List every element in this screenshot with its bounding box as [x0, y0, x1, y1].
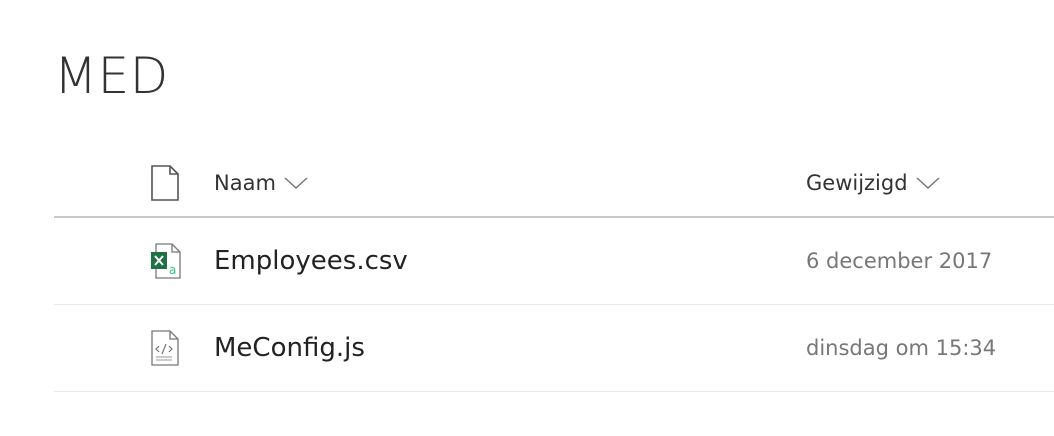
document-icon — [151, 165, 179, 201]
file-icon-cell: a — [150, 243, 181, 279]
modified-column-label: Gewijzigd — [806, 171, 908, 195]
svg-text:a: a — [169, 263, 176, 277]
page-title: MED — [54, 47, 169, 105]
file-type-column-header[interactable] — [150, 165, 180, 201]
file-modified-date: dinsdag om 15:34 — [806, 336, 997, 360]
name-column-header[interactable]: Naam — [214, 171, 308, 195]
file-icon-cell — [150, 330, 180, 366]
file-modified-date: 6 december 2017 — [806, 249, 993, 273]
list-item[interactable]: MeConfig.js dinsdag om 15:34 — [54, 305, 1054, 392]
list-header: Naam Gewijzigd — [54, 150, 1054, 218]
file-name-link[interactable]: Employees.csv — [214, 246, 408, 276]
file-list: Naam Gewijzigd a Employees.csv 6 decembe… — [54, 150, 1054, 392]
list-item[interactable]: a Employees.csv 6 december 2017 — [54, 218, 1054, 305]
document-library-page: MED Naam Gewijzigd a Employees.csv 6 dec… — [0, 0, 1054, 436]
modified-column-header[interactable]: Gewijzigd — [806, 171, 940, 195]
code-file-icon — [151, 330, 179, 366]
name-column-label: Naam — [214, 171, 276, 195]
chevron-down-icon — [284, 177, 308, 190]
excel-csv-icon: a — [151, 243, 181, 279]
file-name-link[interactable]: MeConfig.js — [214, 333, 365, 363]
chevron-down-icon — [916, 177, 940, 190]
